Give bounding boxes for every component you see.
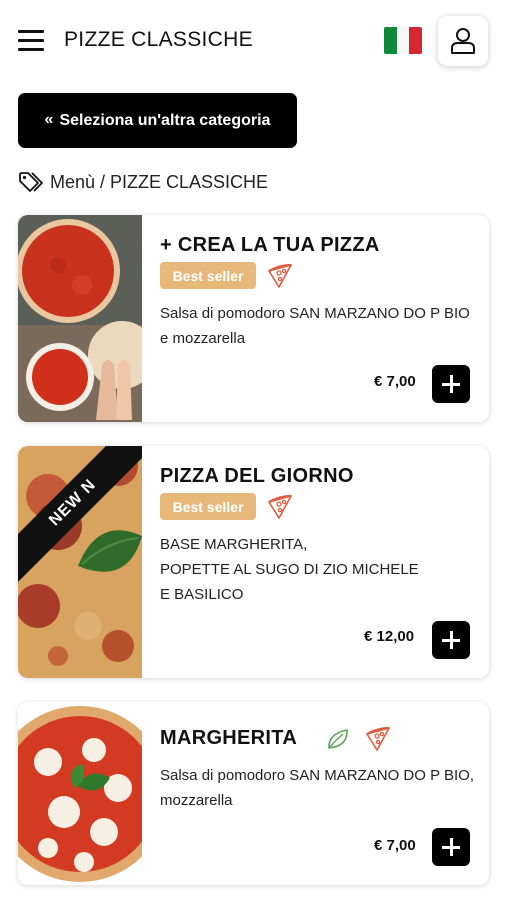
add-to-cart-button[interactable] — [432, 621, 470, 659]
product-title: + CREA LA TUA PIZZA — [160, 234, 380, 256]
best-seller-badge: Best seller — [160, 493, 256, 520]
description-line: E BASILICO — [160, 586, 244, 603]
product-card[interactable]: + CREA LA TUA PIZZA Best seller Salsa di… — [18, 215, 489, 422]
product-image — [18, 215, 142, 422]
product-price: € 12,00 — [364, 628, 415, 645]
product-description: Salsa di pomodoro SAN MARZANO DO P BIO e… — [160, 305, 470, 347]
description-line: BASE MARGHERITA, — [160, 536, 308, 553]
best-seller-badge: Best seller — [160, 262, 256, 289]
breadcrumb: Menù / PIZZE CLASSICHE — [18, 169, 268, 195]
product-image — [18, 702, 142, 885]
pizza-slice-icon — [268, 494, 292, 519]
product-price: € 7,00 — [374, 373, 416, 390]
add-to-cart-button[interactable] — [432, 828, 470, 866]
page-title: PIZZE CLASSICHE — [64, 28, 253, 51]
user-icon — [451, 28, 475, 54]
add-to-cart-button[interactable] — [432, 365, 470, 403]
product-price: € 7,00 — [374, 837, 416, 854]
leaf-icon — [328, 729, 348, 749]
product-card[interactable]: MARGHERITA Salsa di pomodoro SAN MARZANO… — [18, 702, 489, 885]
product-title: MARGHERITA — [160, 727, 298, 749]
product-title: PIZZA DEL GIORNO — [160, 465, 354, 487]
user-account-button[interactable] — [438, 16, 488, 66]
breadcrumb-text: Menù / PIZZE CLASSICHE — [50, 171, 269, 192]
pizza-slice-icon — [366, 726, 390, 751]
select-another-category-button[interactable]: « Seleziona un'altra categoria — [18, 93, 297, 148]
product-description: Salsa di pomodoro SAN MARZANO DO P BIO, … — [160, 767, 474, 809]
double-chevron-left-icon: « — [44, 110, 54, 128]
header: PIZZE CLASSICHE — [0, 0, 507, 82]
italian-flag-icon[interactable] — [384, 27, 422, 54]
product-description: BASE MARGHERITA, POPETTE AL SUGO DI ZIO … — [160, 532, 475, 607]
category-button-label: Seleziona un'altra categoria — [59, 111, 271, 129]
product-card[interactable]: NEW N PIZZA DEL GIORNO Best seller BASE … — [18, 446, 489, 678]
pizza-slice-icon — [268, 263, 292, 288]
tag-icon — [19, 172, 43, 192]
description-line: POPETTE AL SUGO DI ZIO MICHELE — [160, 561, 419, 578]
product-image: NEW N — [18, 446, 142, 678]
hamburger-menu-icon[interactable] — [18, 30, 44, 52]
